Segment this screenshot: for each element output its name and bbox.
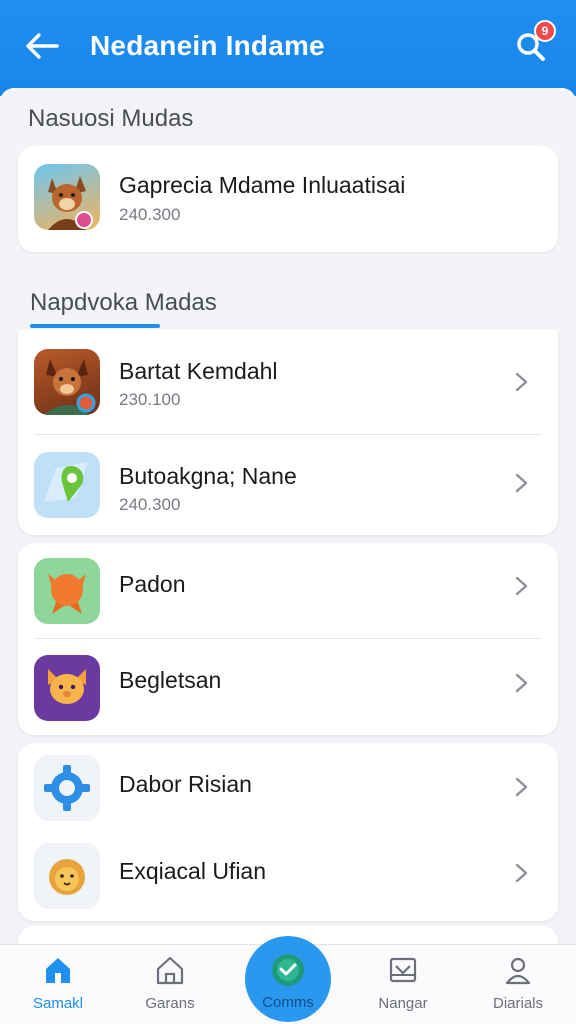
list-item-name: Butoakgna; Nane <box>119 463 297 489</box>
nav-label: Samakl <box>32 995 84 1012</box>
section-title-featured: Nasuosi Mudas <box>28 105 194 132</box>
featured-item-count: 240.300 <box>119 205 181 224</box>
notification-badge: 9 <box>534 20 556 42</box>
list-item-name: Padon <box>119 571 186 597</box>
list-item[interactable]: Bartat Kemdahl 230.100 <box>18 330 558 434</box>
nav-label: Diarials <box>492 995 543 1012</box>
chevron-right-icon <box>514 776 530 798</box>
map-pin-icon <box>34 452 100 518</box>
nav-item-home[interactable]: Samakl <box>10 945 106 1024</box>
cat-face-icon <box>34 655 100 721</box>
list-card: Bartat Kemdahl 230.100 Butoakgna; Nane 2… <box>18 330 558 535</box>
nav-item-comms[interactable]: Comms <box>245 936 331 1022</box>
app-bar: Nedanein Indame 9 <box>0 0 576 96</box>
nav-item-garans[interactable]: Garans <box>122 945 218 1024</box>
back-arrow-icon[interactable] <box>22 28 62 64</box>
home-icon <box>43 955 73 985</box>
squirrel-character-icon <box>34 349 100 415</box>
list-item-count: 230.100 <box>119 390 181 409</box>
chevron-right-icon <box>514 472 530 494</box>
featured-item[interactable]: Gaprecia Mdame Inluaatisai 240.300 <box>18 146 558 252</box>
list-item-name: Begletsan <box>119 667 222 693</box>
list-item[interactable]: Padon <box>18 543 558 639</box>
section-title-list: Napdvoka Madas <box>30 289 217 316</box>
gear-icon <box>34 755 100 821</box>
list-item-name: Bartat Kemdahl <box>119 358 278 384</box>
nav-label: Garans <box>145 995 195 1012</box>
chevron-right-icon <box>514 862 530 884</box>
chevron-right-icon <box>514 371 530 393</box>
list-item[interactable]: Butoakgna; Nane 240.300 <box>18 435 558 535</box>
house-outline-icon <box>155 955 185 985</box>
inbox-icon <box>388 955 418 985</box>
person-icon <box>503 955 533 985</box>
list-item[interactable]: Dabor Risian <box>18 743 558 831</box>
chevron-right-icon <box>514 575 530 597</box>
nav-item-diarials[interactable]: Diarials <box>470 945 566 1024</box>
list-item-count: 240.300 <box>119 495 181 514</box>
lion-face-icon <box>34 843 100 909</box>
orange-creature-icon <box>34 558 100 624</box>
list-card: Padon Begletsan <box>18 543 558 735</box>
list-item-name: Dabor Risian <box>119 771 252 797</box>
chevron-right-icon <box>514 672 530 694</box>
list-item[interactable]: Begletsan <box>18 639 558 735</box>
nav-label: Nangar <box>378 995 428 1012</box>
fox-character-icon <box>34 164 100 230</box>
list-card: Dabor Risian Exqiacal Ufian <box>18 743 558 921</box>
page-title: Nedanein Indame <box>90 30 325 61</box>
nav-label: Comms <box>262 994 314 1011</box>
featured-item-name: Gaprecia Mdame Inluaatisai <box>119 172 406 198</box>
list-item-name: Exqiacal Ufian <box>119 858 267 884</box>
nav-item-nangar[interactable]: Nangar <box>355 945 451 1024</box>
featured-card[interactable]: Gaprecia Mdame Inluaatisai 240.300 <box>18 146 558 252</box>
active-tab-indicator <box>30 324 160 328</box>
list-item[interactable]: Exqiacal Ufian <box>18 831 558 921</box>
